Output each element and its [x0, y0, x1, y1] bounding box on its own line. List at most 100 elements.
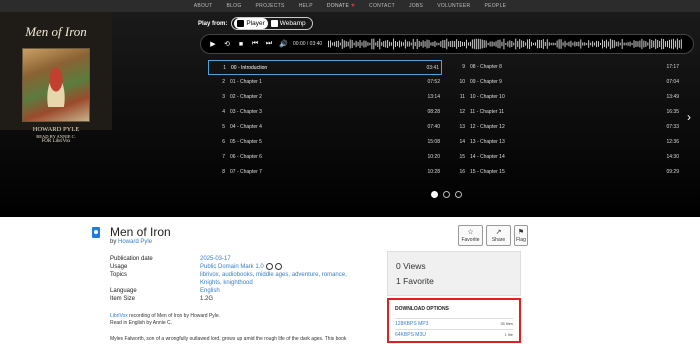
- nav-people[interactable]: PEOPLE: [477, 0, 513, 12]
- player-option[interactable]: Player: [234, 18, 268, 29]
- track-duration: 17:17: [666, 64, 679, 70]
- no-copyright-icon: [274, 263, 282, 270]
- track-title: 08 - Chapter 8: [470, 64, 502, 70]
- download-option-name[interactable]: 128KBPS MP3: [395, 319, 428, 329]
- track-title: 14 - Chapter 14: [470, 154, 505, 160]
- track-row[interactable]: 12 11 - Chapter 11 16:35: [448, 105, 681, 120]
- nav-projects[interactable]: PROJECTS: [249, 0, 292, 12]
- next-page-arrow-icon[interactable]: ›: [687, 110, 691, 124]
- track-title: 09 - Chapter 9: [470, 79, 502, 85]
- track-duration: 07:33: [666, 124, 679, 130]
- by-label: by: [110, 239, 117, 245]
- download-option-name[interactable]: 64KBPS M3U: [395, 330, 426, 340]
- heart-icon: ♥: [351, 3, 356, 9]
- cover-for-librivox: FOR LibriVox: [41, 139, 71, 144]
- usage-label: Usage: [110, 264, 128, 270]
- track-title: 02 - Chapter 2: [230, 94, 262, 100]
- flag-button[interactable]: ⚑ Flag: [514, 225, 528, 246]
- nav-volunteer[interactable]: VOLUNTEER: [430, 0, 477, 12]
- download-option[interactable]: 128KBPS MP3 35 files: [395, 318, 513, 329]
- track-row[interactable]: 5 04 - Chapter 4 07:40: [208, 120, 442, 135]
- carousel-dot[interactable]: [431, 191, 438, 198]
- librivox-link[interactable]: LibriVox: [110, 313, 128, 319]
- track-number: 13: [459, 124, 465, 130]
- track-title: 04 - Chapter 4: [230, 124, 262, 130]
- previous-icon[interactable]: ⏮: [251, 40, 259, 48]
- track-row[interactable]: 1 00 - Introduction 03:41: [208, 60, 442, 75]
- author-link[interactable]: Howard Pyle: [118, 239, 152, 245]
- cover-image: Men of Iron HOWARD PYLE READ BY ANNIE C.…: [0, 12, 112, 144]
- volume-icon[interactable]: 🔊: [279, 40, 288, 48]
- track-row[interactable]: 9 08 - Chapter 8 17:17: [448, 60, 681, 75]
- share-button[interactable]: ↗ Share: [486, 225, 511, 246]
- track-number: 2: [222, 79, 225, 85]
- stop-icon[interactable]: ■: [237, 41, 245, 48]
- webamp-option[interactable]: Webamp: [270, 20, 306, 27]
- track-row[interactable]: 8 07 - Chapter 7 10:28: [208, 165, 442, 180]
- download-option[interactable]: 64KBPS M3U 1 file: [395, 329, 513, 340]
- nav-jobs[interactable]: JOBS: [402, 0, 430, 12]
- next-icon[interactable]: ⏭: [265, 40, 273, 48]
- nav-about[interactable]: ABOUT: [187, 0, 220, 12]
- track-row[interactable]: 6 05 - Chapter 5 15:08: [208, 135, 442, 150]
- track-row[interactable]: 7 06 - Chapter 6 10:20: [208, 150, 442, 165]
- track-row[interactable]: 15 14 - Chapter 14 14:30: [448, 150, 681, 165]
- track-number: 8: [222, 169, 225, 175]
- track-title: 05 - Chapter 5: [230, 139, 262, 145]
- nav-donate-label: DONATE: [326, 3, 350, 9]
- track-row[interactable]: 4 03 - Chapter 3 08:28: [208, 105, 442, 120]
- track-number: 12: [459, 109, 465, 115]
- nav-contact[interactable]: CONTACT: [362, 0, 402, 12]
- track-duration: 14:30: [666, 154, 679, 160]
- track-row[interactable]: 10 09 - Chapter 9 07:04: [448, 75, 681, 90]
- nav-blog[interactable]: BLOG: [219, 0, 248, 12]
- track-row[interactable]: 13 12 - Chapter 12 07:33: [448, 120, 681, 135]
- favorite-button[interactable]: ☆ Favorite: [458, 225, 483, 246]
- flag-icon: ⚑: [517, 228, 525, 236]
- player-icon: [237, 20, 245, 27]
- track-number: 15: [459, 154, 465, 160]
- nav-donate[interactable]: DONATE ♥: [320, 0, 362, 12]
- favorite-label: Favorite: [461, 236, 480, 243]
- play-icon[interactable]: ▶: [209, 40, 217, 48]
- track-duration: 12:36: [666, 139, 679, 145]
- track-title: 03 - Chapter 3: [230, 109, 262, 115]
- track-number: 11: [459, 94, 465, 100]
- metadata: Publication date 2025-03-17 Usage Public D…: [110, 255, 360, 303]
- item-title: Men of Iron: [110, 225, 171, 239]
- track-row[interactable]: 16 15 - Chapter 15 09:29: [448, 165, 681, 180]
- track-title: 10 - Chapter 10: [470, 94, 505, 100]
- track-title: 13 - Chapter 13: [470, 139, 505, 145]
- carousel-dot[interactable]: [455, 191, 462, 198]
- track-duration: 08:28: [427, 109, 440, 115]
- track-row[interactable]: 2 01 - Chapter 1 07:52: [208, 75, 442, 90]
- track-title: 01 - Chapter 1: [230, 79, 262, 85]
- audio-player: ▶ ⟲ ■ ⏮ ⏭ 🔊 00:00 / 03:40: [200, 34, 694, 54]
- track-title: 11 - Chapter 11: [470, 109, 505, 115]
- track-title: 12 - Chapter 12: [470, 124, 505, 130]
- carousel-dot[interactable]: [443, 191, 450, 198]
- track-duration: 13:14: [427, 94, 440, 100]
- player-option-label: Player: [246, 20, 265, 27]
- topics-value-cont[interactable]: Knights, knighthood: [200, 279, 360, 287]
- cover-author: HOWARD PYLE: [32, 126, 80, 133]
- track-row[interactable]: 3 02 - Chapter 2 13:14: [208, 90, 442, 105]
- repeat-icon[interactable]: ⟲: [223, 40, 231, 48]
- play-from: Play from: Player Webamp: [198, 17, 313, 30]
- share-icon: ↗: [495, 228, 502, 236]
- usage-value[interactable]: Public Domain Mark 1.0: [200, 263, 360, 271]
- top-nav: ABOUT BLOG PROJECTS HELP DONATE ♥ CONTACT…: [0, 0, 700, 12]
- topics-value[interactable]: librivox, audiobooks, middle ages, adven…: [200, 271, 360, 279]
- waveform[interactable]: [328, 38, 683, 50]
- track-row[interactable]: 14 13 - Chapter 13 12:36: [448, 135, 681, 150]
- player-toggle[interactable]: Player Webamp: [231, 17, 313, 30]
- nav-help[interactable]: HELP: [292, 0, 320, 12]
- flag-label: Flag: [516, 236, 526, 243]
- download-header: DOWNLOAD OPTIONS: [395, 306, 449, 312]
- carousel-dots: [431, 191, 462, 198]
- item-stats: 0 Views 1 Favorite: [387, 251, 521, 296]
- language-value[interactable]: English: [200, 287, 360, 295]
- track-row[interactable]: 11 10 - Chapter 10 13:49: [448, 90, 681, 105]
- pub-date-value[interactable]: 2025-03-17: [200, 255, 360, 263]
- track-duration: 07:04: [666, 79, 679, 85]
